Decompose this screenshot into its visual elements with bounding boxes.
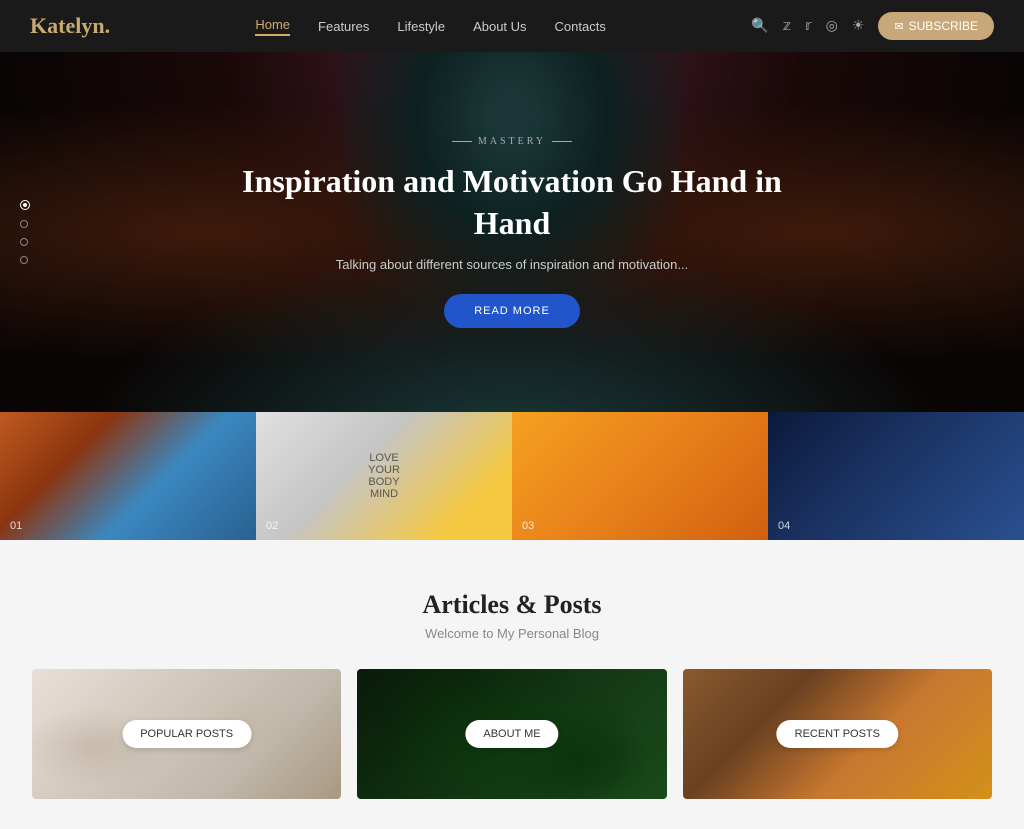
- logo-dot: .: [105, 13, 111, 38]
- slider-dot-1[interactable]: [20, 200, 30, 210]
- gallery-strip: 01 LOVEYOURBODYMIND 02 03 04: [0, 412, 1024, 540]
- article-card-2[interactable]: ABOUT ME: [357, 669, 666, 799]
- hero-title: Inspiration and Motivation Go Hand in Ha…: [222, 161, 802, 244]
- gallery-num-2: 02: [266, 520, 278, 532]
- slider-dot-3[interactable]: [20, 238, 28, 246]
- hero-subtitle: Talking about different sources of inspi…: [222, 257, 802, 272]
- nav-lifestyle[interactable]: Lifestyle: [397, 19, 445, 34]
- nav-features[interactable]: Features: [318, 19, 369, 34]
- recent-posts-button[interactable]: RECENT POSTS: [777, 720, 898, 748]
- gallery-num-4: 04: [778, 520, 790, 532]
- articles-header: Articles & Posts Welcome to My Personal …: [30, 590, 994, 641]
- site-logo[interactable]: Katelyn.: [30, 13, 110, 39]
- gallery-item-3[interactable]: 03: [512, 412, 768, 540]
- subscribe-button[interactable]: SUBSCRIBE: [878, 12, 994, 40]
- slider-dot-4[interactable]: [20, 256, 28, 264]
- gallery-num-1: 01: [10, 520, 22, 532]
- read-more-button[interactable]: READ MORE: [444, 294, 580, 328]
- article-card-1[interactable]: POPULAR POSTS: [32, 669, 341, 799]
- globe-icon[interactable]: ☀: [852, 18, 865, 35]
- gallery-item-2[interactable]: LOVEYOURBODYMIND 02: [256, 412, 512, 540]
- article-card-3[interactable]: RECENT POSTS: [683, 669, 992, 799]
- site-header: Katelyn. Home Features Lifestyle About U…: [0, 0, 1024, 52]
- slider-dots: [20, 200, 30, 264]
- popular-posts-button[interactable]: POPULAR POSTS: [122, 720, 251, 748]
- header-actions: 🔍 𝕫 𝕣 ◎ ☀ SUBSCRIBE: [751, 12, 994, 40]
- gallery-item-1[interactable]: 01: [0, 412, 256, 540]
- logo-text: Katelyn: [30, 13, 105, 38]
- nav-about[interactable]: About Us: [473, 19, 526, 34]
- hero-content: MASTERY Inspiration and Motivation Go Ha…: [202, 116, 822, 347]
- articles-grid: POPULAR POSTS ABOUT ME RECENT POSTS: [32, 669, 992, 799]
- nav-contacts[interactable]: Contacts: [555, 19, 606, 34]
- hero-tag: MASTERY: [222, 136, 802, 147]
- search-icon[interactable]: 🔍: [751, 18, 768, 35]
- articles-title: Articles & Posts: [30, 590, 994, 620]
- slider-dot-2[interactable]: [20, 220, 28, 228]
- gallery-num-3: 03: [522, 520, 534, 532]
- main-nav: Home Features Lifestyle About Us Contact…: [255, 17, 606, 36]
- gallery-item-4[interactable]: 04: [768, 412, 1024, 540]
- nav-home[interactable]: Home: [255, 17, 290, 36]
- twitter-icon[interactable]: 𝕣: [805, 18, 812, 35]
- facebook-icon[interactable]: 𝕫: [783, 18, 791, 35]
- articles-subtitle: Welcome to My Personal Blog: [30, 626, 994, 641]
- about-me-button[interactable]: ABOUT ME: [465, 720, 558, 748]
- articles-section: Articles & Posts Welcome to My Personal …: [0, 540, 1024, 829]
- hero-section: MASTERY Inspiration and Motivation Go Ha…: [0, 52, 1024, 412]
- instagram-icon[interactable]: ◎: [826, 18, 838, 35]
